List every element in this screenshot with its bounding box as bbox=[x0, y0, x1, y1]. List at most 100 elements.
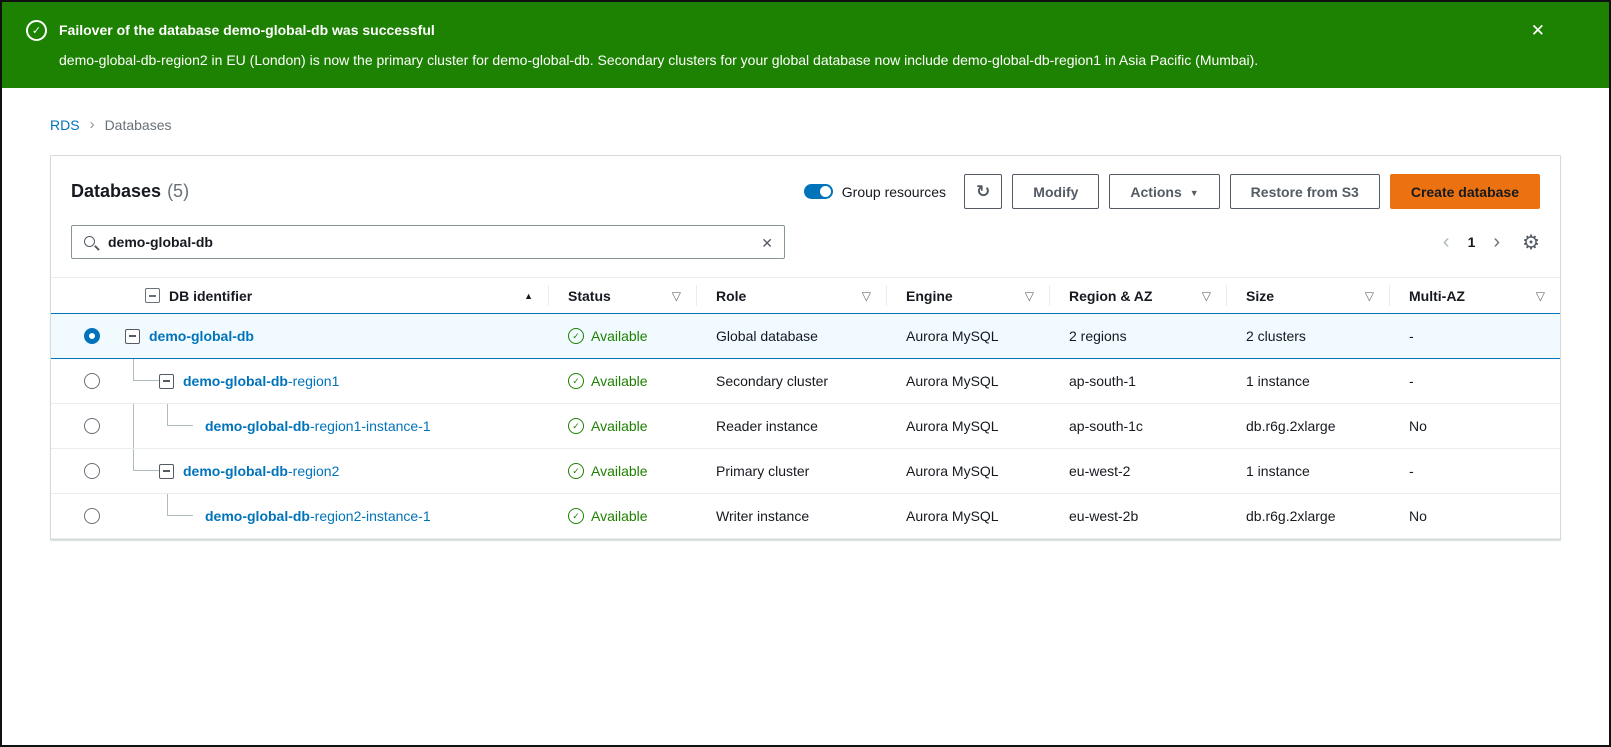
available-check-icon: ✓ bbox=[568, 463, 584, 479]
db-identifier-link[interactable]: demo-global-db-region1 bbox=[183, 373, 339, 389]
databases-panel: Databases (5) Group resources ↻ Modify A… bbox=[50, 155, 1561, 540]
size-cell: db.r6g.2xlarge bbox=[1226, 404, 1389, 448]
filter-icon[interactable]: ▽ bbox=[1536, 289, 1545, 303]
status-badge: Available bbox=[591, 463, 648, 479]
tree-connector bbox=[167, 404, 193, 426]
header-controls: Group resources ↻ Modify Actions ▼ Resto… bbox=[804, 174, 1540, 209]
table-row[interactable]: demo-global-db ✓ Available Global databa… bbox=[51, 313, 1560, 359]
region-cell: ap-south-1 bbox=[1049, 359, 1226, 403]
column-header-status[interactable]: Status ▽ bbox=[548, 278, 696, 313]
column-header-size[interactable]: Size ▽ bbox=[1226, 278, 1389, 313]
banner-text: Failover of the database demo-global-db … bbox=[59, 20, 1507, 70]
table-row[interactable]: demo-global-db-region2 ✓ Available Prima… bbox=[51, 449, 1560, 494]
column-label: Engine bbox=[906, 288, 953, 304]
table-header-row: DB identifier ▲ Status ▽ Role ▽ Engine ▽… bbox=[51, 278, 1560, 314]
column-header-region-az[interactable]: Region & AZ ▽ bbox=[1049, 278, 1226, 313]
header-select-cell bbox=[51, 278, 113, 313]
column-header-role[interactable]: Role ▽ bbox=[696, 278, 886, 313]
table-row[interactable]: demo-global-db-region1-instance-1 ✓ Avai… bbox=[51, 404, 1560, 449]
create-database-button[interactable]: Create database bbox=[1390, 174, 1540, 209]
multi-az-cell: - bbox=[1389, 314, 1560, 358]
modify-button[interactable]: Modify bbox=[1012, 174, 1099, 209]
breadcrumb-current: Databases bbox=[105, 117, 172, 133]
tree-connector bbox=[133, 404, 134, 448]
expander-minus-icon[interactable] bbox=[159, 464, 174, 479]
sort-ascending-icon[interactable]: ▲ bbox=[524, 291, 533, 301]
engine-cell: Aurora MySQL bbox=[886, 449, 1049, 493]
panel-header: Databases (5) Group resources ↻ Modify A… bbox=[51, 156, 1560, 225]
app-window: ✓ Failover of the database demo-global-d… bbox=[0, 0, 1611, 747]
search-input[interactable] bbox=[72, 226, 784, 258]
filter-icon[interactable]: ▽ bbox=[1025, 289, 1034, 303]
db-identifier-link[interactable]: demo-global-db-region1-instance-1 bbox=[205, 418, 431, 434]
clear-icon[interactable]: ✕ bbox=[761, 233, 773, 253]
column-header-db-identifier[interactable]: DB identifier ▲ bbox=[113, 278, 548, 313]
status-badge: Available bbox=[591, 508, 648, 524]
role-cell: Primary cluster bbox=[696, 449, 886, 493]
status-badge: Available bbox=[591, 418, 648, 434]
available-check-icon: ✓ bbox=[568, 508, 584, 524]
expander-minus-icon[interactable] bbox=[125, 329, 140, 344]
breadcrumb: RDS › Databases bbox=[2, 88, 1609, 133]
engine-cell: Aurora MySQL bbox=[886, 359, 1049, 403]
group-resources-toggle[interactable]: Group resources bbox=[804, 184, 946, 200]
collapse-all-minus-icon[interactable] bbox=[145, 288, 160, 303]
filter-icon[interactable]: ▽ bbox=[1365, 289, 1374, 303]
engine-cell: Aurora MySQL bbox=[886, 314, 1049, 358]
expander-minus-icon[interactable] bbox=[159, 374, 174, 389]
close-icon[interactable]: ✕ bbox=[1531, 20, 1545, 41]
row-radio[interactable] bbox=[84, 373, 100, 389]
db-identifier-link[interactable]: demo-global-db bbox=[149, 328, 254, 344]
row-radio[interactable] bbox=[84, 463, 100, 479]
size-cell: 2 clusters bbox=[1226, 314, 1389, 358]
row-radio[interactable] bbox=[84, 508, 100, 524]
search-icon bbox=[83, 235, 99, 251]
tree-connector bbox=[167, 494, 193, 516]
column-label: Multi-AZ bbox=[1409, 288, 1465, 304]
settings-gear-icon[interactable]: ⚙ bbox=[1522, 230, 1540, 255]
filter-icon[interactable]: ▽ bbox=[672, 289, 681, 303]
page-prev-icon[interactable]: ‹ bbox=[1443, 231, 1450, 254]
multi-az-cell: No bbox=[1389, 494, 1560, 538]
column-header-multi-az[interactable]: Multi-AZ ▽ bbox=[1389, 278, 1560, 313]
toggle-on-icon[interactable] bbox=[804, 184, 833, 199]
restore-from-s3-button[interactable]: Restore from S3 bbox=[1230, 174, 1380, 209]
db-identifier-link[interactable]: demo-global-db-region2 bbox=[183, 463, 339, 479]
success-check-icon: ✓ bbox=[26, 20, 47, 41]
region-cell: eu-west-2b bbox=[1049, 494, 1226, 538]
engine-cell: Aurora MySQL bbox=[886, 494, 1049, 538]
banner-message: demo-global-db-region2 in EU (London) is… bbox=[59, 50, 1507, 70]
status-badge: Available bbox=[591, 328, 648, 344]
actions-button[interactable]: Actions ▼ bbox=[1109, 174, 1219, 209]
multi-az-cell: No bbox=[1389, 404, 1560, 448]
group-resources-label: Group resources bbox=[842, 184, 946, 200]
role-cell: Writer instance bbox=[696, 494, 886, 538]
search-box[interactable]: ✕ bbox=[71, 225, 785, 259]
db-identifier-link[interactable]: demo-global-db-region2-instance-1 bbox=[205, 508, 431, 524]
refresh-icon: ↻ bbox=[976, 182, 990, 202]
filter-icon[interactable]: ▽ bbox=[1202, 289, 1211, 303]
available-check-icon: ✓ bbox=[568, 418, 584, 434]
region-cell: 2 regions bbox=[1049, 314, 1226, 358]
row-radio[interactable] bbox=[84, 328, 100, 344]
actions-label: Actions bbox=[1130, 184, 1181, 200]
column-label: Size bbox=[1246, 288, 1274, 304]
banner-title: Failover of the database demo-global-db … bbox=[59, 20, 1507, 41]
tree-connector bbox=[133, 449, 159, 471]
page-number[interactable]: 1 bbox=[1466, 234, 1478, 250]
page-next-icon[interactable]: › bbox=[1493, 231, 1500, 254]
filter-icon[interactable]: ▽ bbox=[862, 289, 871, 303]
column-header-engine[interactable]: Engine ▽ bbox=[886, 278, 1049, 313]
table-row[interactable]: demo-global-db-region1 ✓ Available Secon… bbox=[51, 359, 1560, 404]
breadcrumb-chevron-icon: › bbox=[90, 116, 95, 133]
tree-connector bbox=[133, 359, 159, 381]
row-radio[interactable] bbox=[84, 418, 100, 434]
refresh-button[interactable]: ↻ bbox=[964, 174, 1002, 209]
breadcrumb-link-rds[interactable]: RDS bbox=[50, 117, 80, 133]
region-cell: eu-west-2 bbox=[1049, 449, 1226, 493]
table-row[interactable]: demo-global-db-region2-instance-1 ✓ Avai… bbox=[51, 494, 1560, 539]
column-label: Status bbox=[568, 288, 611, 304]
engine-cell: Aurora MySQL bbox=[886, 404, 1049, 448]
available-check-icon: ✓ bbox=[568, 373, 584, 389]
role-cell: Global database bbox=[696, 314, 886, 358]
